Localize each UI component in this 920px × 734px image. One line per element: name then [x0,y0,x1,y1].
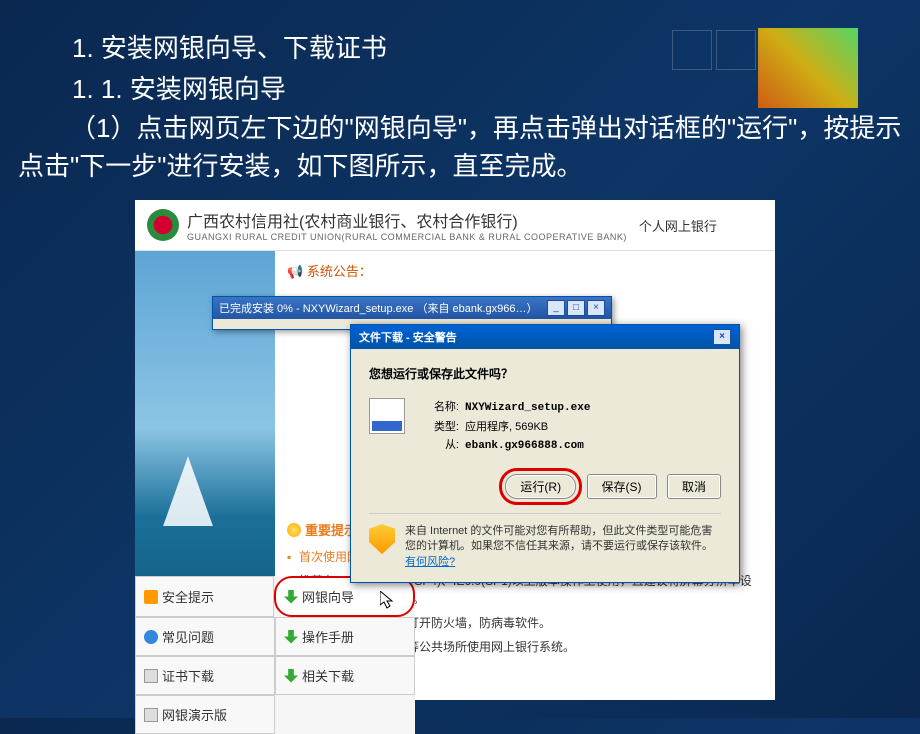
nav-cert[interactable]: 证书下载 [135,656,275,695]
lock-icon [144,590,158,604]
bank-name-cn: 广西农村信用社(农村商业银行、农村合作银行) [187,208,627,232]
bank-header: 广西农村信用社(农村商业银行、农村合作银行) GUANGXI RURAL CRE… [135,200,775,251]
installer-titlebar: 已完成安装 0% - NXYWizard_setup.exe （来自 ebank… [213,297,611,319]
system-announce-label: 📢 系统公告： [287,261,763,280]
nav-manual[interactable]: 操作手册 [275,617,415,656]
nav-faq[interactable]: 常见问题 [135,617,275,656]
download-icon [284,590,298,604]
installer-title: 已完成安装 0% - NXYWizard_setup.exe （来自 ebank… [219,300,538,316]
close-button[interactable]: × [713,329,731,345]
download-icon [284,669,298,683]
cancel-button[interactable]: 取消 [667,474,721,499]
file-type: 应用程序, 569KB [465,421,548,433]
file-icon [369,398,405,434]
security-warning: 来自 Internet 的文件可能对您有所帮助，但此文件类型可能危害您的计算机。… [369,513,721,570]
close-button[interactable]: × [587,300,605,316]
doc-icon [144,708,158,722]
download-question: 您想运行或保存此文件吗？ [369,365,721,382]
download-titlebar: 文件下载 - 安全警告 × [351,325,739,349]
nav-demo[interactable]: 网银演示版 [135,695,275,734]
nav-downloads[interactable]: 相关下载 [275,656,415,695]
minimize-button[interactable]: _ [547,300,565,316]
bank-name-en: GUANGXI RURAL CREDIT UNION(RURAL COMMERC… [187,232,627,242]
run-button[interactable]: 运行(R) [505,474,576,499]
bulb-icon [287,523,301,537]
shield-icon [369,524,395,554]
nav-panel: 安全提示 网银向导 常见问题 操作手册 证书下载 相关下载 网银演示版 [135,576,415,734]
file-source: ebank.gx966888.com [465,440,584,452]
maximize-button[interactable]: □ [567,300,585,316]
file-info: 名称:NXYWizard_setup.exe 类型:应用程序, 569KB 从:… [369,398,721,456]
help-icon [144,630,158,644]
decorative-header [670,28,920,128]
bank-subtitle: 个人网上银行 [639,216,717,235]
risk-link[interactable]: 有何风险? [405,556,455,568]
doc-icon [144,669,158,683]
download-icon [284,630,298,644]
file-name: NXYWizard_setup.exe [465,402,590,414]
cursor-icon [380,591,396,611]
download-title: 文件下载 - 安全警告 [359,329,457,345]
save-button[interactable]: 保存(S) [587,474,657,499]
download-dialog: 文件下载 - 安全警告 × 您想运行或保存此文件吗？ 名称:NXYWizard_… [350,324,740,583]
bank-logo-icon [147,209,179,241]
nav-security[interactable]: 安全提示 [135,576,274,617]
